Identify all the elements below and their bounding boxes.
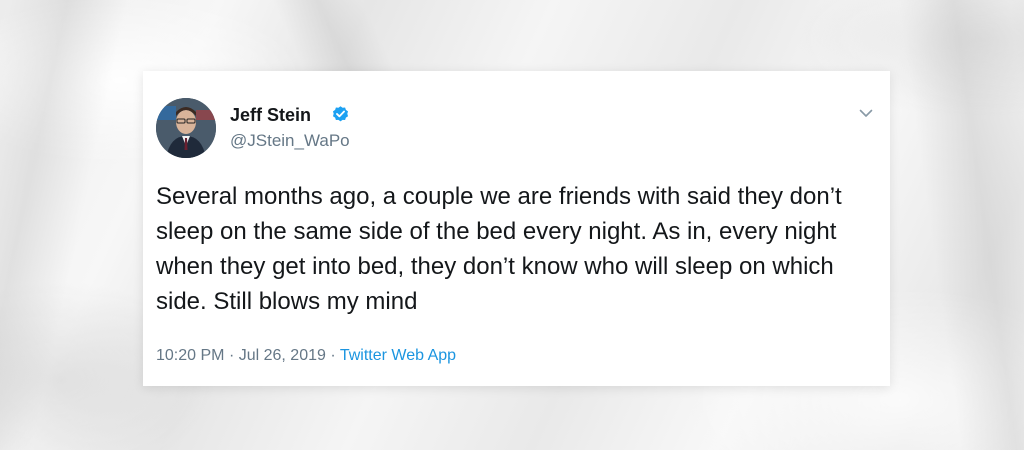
background-fold [0, 0, 128, 450]
author-handle[interactable]: @JStein_WaPo [230, 131, 350, 151]
tweet-source-link[interactable]: Twitter Web App [340, 347, 456, 364]
tweet-time[interactable]: 10:20 PM [156, 347, 224, 364]
tweet-date[interactable]: Jul 26, 2019 [239, 347, 326, 364]
avatar-photo [156, 98, 216, 158]
avatar[interactable] [156, 98, 216, 158]
background-fold [898, 0, 1024, 450]
verified-badge-icon [332, 106, 349, 122]
author-name[interactable]: Jeff Stein [230, 105, 311, 126]
tweet-text: Several months ago, a couple we are frie… [156, 183, 842, 315]
tweet-card: Jeff Stein @JStein_WaPo Several months a… [143, 71, 890, 386]
chevron-down-icon[interactable] [858, 105, 874, 121]
tweet-meta: 10:20 PM · Jul 26, 2019 · Twitter Web Ap… [156, 347, 456, 365]
meta-separator: · [330, 347, 336, 364]
meta-separator: · [228, 347, 235, 364]
